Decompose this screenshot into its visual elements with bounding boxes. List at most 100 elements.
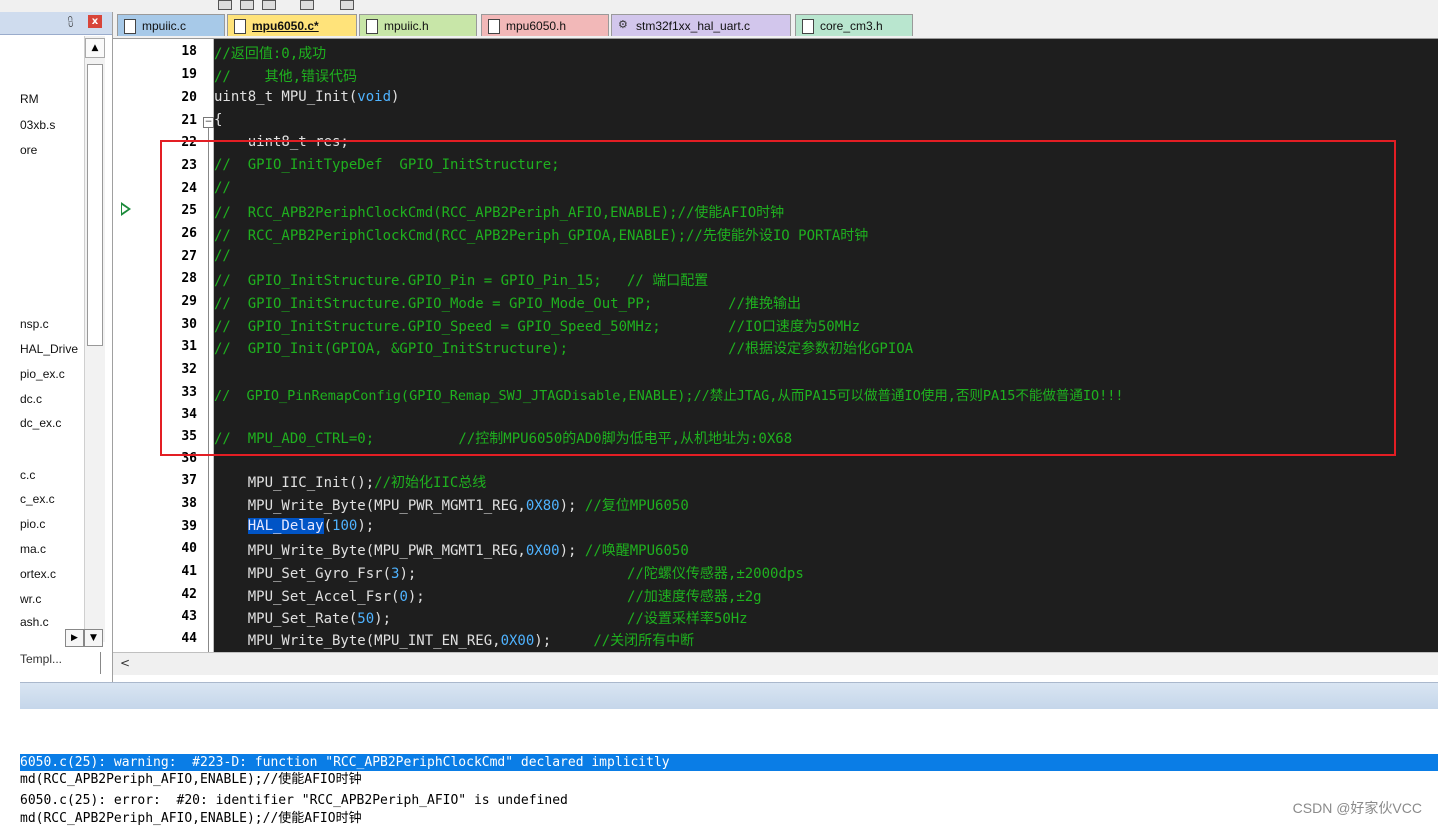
- comment: //唤醒MPU6050: [584, 543, 689, 559]
- project-item[interactable]: ma.c: [20, 542, 46, 556]
- tab-label: mpu6050.h: [506, 19, 567, 33]
- tab-label: stm32f1xx_hal_uart.c: [636, 19, 751, 33]
- tab-mpuiic-c[interactable]: mpuiic.c: [117, 14, 225, 36]
- view-icon[interactable]: [218, 0, 232, 10]
- breakpoint-gutter[interactable]: [113, 39, 160, 652]
- project-item[interactable]: pio.c: [20, 517, 45, 531]
- line-number: 40: [181, 541, 197, 556]
- code-token: ): [391, 89, 400, 105]
- project-item[interactable]: 03xb.s: [20, 118, 55, 132]
- code-token: {: [214, 112, 223, 128]
- comment: //返回值:0,成功: [214, 46, 327, 62]
- line-number: 38: [181, 496, 197, 511]
- project-item[interactable]: RM: [20, 92, 39, 106]
- fold-toggle-icon[interactable]: −: [203, 117, 214, 128]
- window-icon[interactable]: [240, 0, 254, 10]
- project-item[interactable]: c_ex.c: [20, 492, 55, 506]
- file-icon: [488, 19, 500, 34]
- project-item[interactable]: dc_ex.c: [20, 416, 61, 430]
- build-output-header: [20, 682, 1438, 709]
- code-token: MPU_Write_Byte(MPU_INT_EN_REG,: [214, 633, 501, 649]
- code-line: MPU_Set_Gyro_Fsr(3); //陀螺仪传感器,±2000dps: [214, 563, 804, 583]
- current-line-arrow-inner: [122, 205, 128, 213]
- gear-icon: ⚙: [618, 19, 628, 31]
- project-item[interactable]: nsp.c: [20, 317, 49, 331]
- tab-label: mpuiic.c: [142, 19, 187, 33]
- line-number: 20: [181, 90, 197, 105]
- code-line: MPU_Write_Byte(MPU_PWR_MGMT1_REG,0X00); …: [214, 540, 689, 560]
- project-item[interactable]: ash.c: [20, 615, 49, 629]
- code-line: MPU_Write_Byte(MPU_INT_EN_REG,0X00); //关…: [214, 630, 694, 650]
- code-token: MPU_IIC_Init();: [214, 475, 375, 491]
- panel-icon[interactable]: [262, 0, 276, 10]
- project-item[interactable]: wr.c: [20, 592, 41, 606]
- code-token: MPU_Write_Byte(MPU_PWR_MGMT1_REG,: [214, 543, 526, 559]
- tab-label: mpu6050.c*: [252, 19, 319, 33]
- project-item[interactable]: ortex.c: [20, 567, 56, 581]
- code-line: //返回值:0,成功: [214, 43, 326, 63]
- watermark: CSDN @好家伙VCC: [1292, 800, 1422, 816]
- project-item[interactable]: dc.c: [20, 392, 42, 406]
- code-line: MPU_Write_Byte(MPU_PWR_MGMT1_REG,0X80); …: [214, 495, 689, 515]
- line-number: 21: [181, 113, 197, 128]
- tab-stm32f1xx-hal-uart-c[interactable]: ⚙ stm32f1xx_hal_uart.c: [611, 14, 791, 36]
- code-token: );: [374, 611, 628, 627]
- layout-icon[interactable]: [300, 0, 314, 10]
- project-item[interactable]: ore: [20, 143, 37, 157]
- project-scrollbar[interactable]: ▲: [84, 36, 105, 642]
- number-literal: 0X00: [500, 633, 535, 649]
- pin-icon[interactable]: ⩉: [68, 15, 73, 29]
- comment: //关闭所有中断: [593, 633, 695, 649]
- comment: //初始化IIC总线: [374, 475, 487, 491]
- file-icon: [802, 19, 814, 34]
- tab-core-cm3-h[interactable]: core_cm3.h: [795, 14, 913, 36]
- comment: //加速度传感器,±2g: [627, 589, 762, 605]
- code-token: MPU_Write_Byte(MPU_PWR_MGMT1_REG,: [214, 498, 526, 514]
- editor-horizontal-scrollbar[interactable]: <: [113, 652, 1438, 675]
- code-token: MPU_Set_Accel_Fsr(: [214, 589, 400, 605]
- number-literal: 0: [399, 589, 408, 605]
- scroll-up-icon[interactable]: ▲: [85, 38, 105, 58]
- code-token: MPU_Set_Gyro_Fsr(: [214, 566, 392, 582]
- project-item[interactable]: c.c: [20, 468, 35, 482]
- scroll-thumb[interactable]: [87, 64, 103, 346]
- line-number: 19: [181, 67, 197, 82]
- tab-mpuiic-h[interactable]: mpuiic.h: [359, 14, 477, 36]
- code-token: );: [534, 633, 594, 649]
- number-literal: 50: [357, 611, 375, 627]
- scroll-down-icon[interactable]: ▼: [84, 629, 103, 647]
- close-icon[interactable]: x: [88, 15, 102, 28]
- code-token: (: [323, 518, 333, 534]
- scroll-buttons: ▶ ▼: [65, 629, 103, 647]
- file-icon: [234, 19, 246, 34]
- tab-label: core_cm3.h: [820, 19, 883, 33]
- annotation-highlight-box: [160, 140, 1396, 456]
- code-token: );: [559, 543, 585, 559]
- templates-tab-label: Templ...: [20, 652, 63, 666]
- number-literal: 100: [332, 518, 358, 534]
- line-number: 18: [181, 44, 197, 59]
- code-line: HAL_Delay(100);: [214, 518, 374, 534]
- templates-tab[interactable]: Templ...: [20, 652, 101, 674]
- project-item[interactable]: HAL_Drive: [20, 342, 78, 356]
- selected-identifier[interactable]: HAL_Delay: [247, 518, 324, 534]
- build-output-line[interactable]: 6050.c(25): error: #20: identifier "RCC_…: [20, 792, 568, 809]
- code-line: // 其他,错误代码: [214, 66, 357, 86]
- build-output-line-selected[interactable]: 6050.c(25): warning: #223-D: function "R…: [20, 754, 1438, 771]
- build-output-line[interactable]: md(RCC_APB2Periph_AFIO,ENABLE);//使能AFIO时…: [20, 810, 362, 827]
- build-output-line[interactable]: md(RCC_APB2Periph_AFIO,ENABLE);//使能AFIO时…: [20, 771, 362, 788]
- scroll-left-icon[interactable]: <: [117, 655, 133, 671]
- editor-tab-bar: mpuiic.c mpu6050.c* mpuiic.h mpu6050.h ⚙…: [113, 12, 1438, 39]
- code-line: MPU_Set_Rate(50); //设置采样率50Hz: [214, 608, 748, 628]
- file-icon: [366, 19, 378, 34]
- scroll-right-icon[interactable]: ▶: [65, 629, 84, 647]
- grid-icon[interactable]: [340, 0, 354, 10]
- code-line: {: [214, 112, 222, 128]
- project-item[interactable]: pio_ex.c: [20, 367, 65, 381]
- tab-mpu6050-h[interactable]: mpu6050.h: [481, 14, 609, 36]
- code-line: MPU_Set_Accel_Fsr(0); //加速度传感器,±2g: [214, 586, 762, 606]
- tab-mpu6050-c[interactable]: mpu6050.c*: [227, 14, 357, 36]
- code-token: MPU_Set_Rate(: [214, 611, 358, 627]
- project-panel: ⩉ x RM 03xb.s ore nsp.c HAL_Drive pio_ex…: [0, 12, 113, 682]
